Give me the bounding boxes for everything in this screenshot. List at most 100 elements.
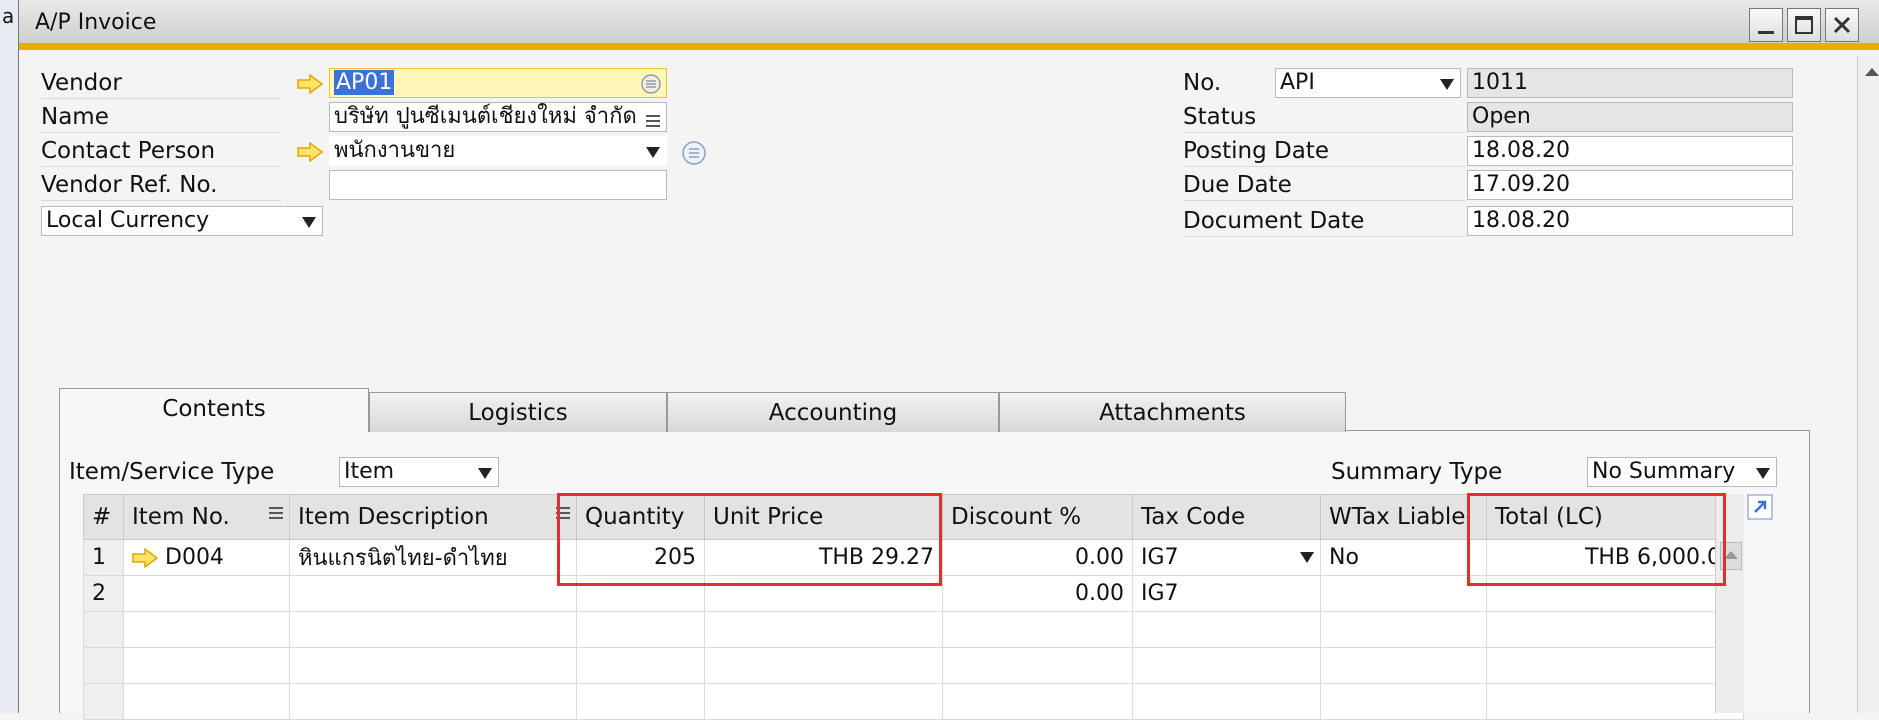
- tab-attachments[interactable]: Attachments: [999, 392, 1346, 432]
- list-icon[interactable]: [646, 115, 660, 127]
- quantity-cell[interactable]: [576, 611, 705, 648]
- discount-cell[interactable]: 0.00: [942, 539, 1133, 576]
- background-window-edge: a: [0, 0, 19, 713]
- summary-type-value: No Summary: [1592, 459, 1736, 484]
- item-no-cell[interactable]: [123, 683, 290, 720]
- maximize-icon: [1795, 16, 1813, 34]
- ap-invoice-window: A/P Invoice Vendor AP01 Name บริษัท ปูนซ…: [18, 0, 1879, 720]
- row-number: 2: [83, 575, 124, 612]
- tax-code-cell[interactable]: [1132, 683, 1321, 720]
- unit-price-cell[interactable]: [704, 647, 943, 684]
- discount-cell[interactable]: [942, 683, 1133, 720]
- col-header-item-no[interactable]: Item No.: [123, 494, 290, 540]
- tab-logistics[interactable]: Logistics: [369, 392, 667, 432]
- item-no-cell[interactable]: [123, 575, 290, 612]
- doc-number-field[interactable]: 1011: [1467, 68, 1793, 98]
- discount-cell[interactable]: [942, 647, 1133, 684]
- chevron-down-icon: [1440, 79, 1454, 90]
- posting-date-field[interactable]: 18.08.20: [1467, 136, 1793, 166]
- document-date-field[interactable]: 18.08.20: [1467, 206, 1793, 236]
- contact-person-label: Contact Person: [41, 136, 281, 167]
- wtax-liable-cell[interactable]: No: [1320, 539, 1487, 576]
- expand-icon[interactable]: [1747, 494, 1773, 520]
- choose-from-list-icon[interactable]: [681, 140, 707, 166]
- series-select[interactable]: API: [1275, 68, 1461, 98]
- wtax-liable-cell[interactable]: [1320, 575, 1487, 612]
- vendor-ref-field[interactable]: [329, 170, 667, 200]
- col-header-item-description[interactable]: Item Description: [289, 494, 577, 540]
- item-description-cell[interactable]: หินแกรนิตไทย-ดำไทย: [289, 539, 577, 576]
- due-date-field[interactable]: 17.09.20: [1467, 170, 1793, 200]
- currency-select[interactable]: Local Currency: [41, 206, 323, 236]
- tax-code-cell[interactable]: IG7: [1132, 575, 1321, 612]
- table-row[interactable]: [83, 647, 1744, 684]
- row-number: [83, 611, 124, 648]
- table-row[interactable]: [83, 611, 1744, 648]
- currency-value: Local Currency: [46, 208, 210, 233]
- document-date-value: 18.08.20: [1472, 208, 1570, 233]
- name-field[interactable]: บริษัท ปูนซีเมนต์เชียงใหม่ จำกัด: [329, 102, 667, 132]
- col-header-discount[interactable]: Discount %: [942, 494, 1133, 540]
- tax-code-value: IG7: [1141, 545, 1179, 570]
- link-arrow-icon[interactable]: [297, 74, 323, 94]
- tax-code-cell[interactable]: [1132, 647, 1321, 684]
- minimize-button[interactable]: [1749, 8, 1783, 42]
- posting-date-label: Posting Date: [1183, 136, 1465, 167]
- due-date-label: Due Date: [1183, 170, 1465, 201]
- item-description-cell[interactable]: [289, 647, 577, 684]
- quantity-cell[interactable]: [576, 683, 705, 720]
- unit-price-cell[interactable]: [704, 683, 943, 720]
- summary-type-select[interactable]: No Summary: [1587, 457, 1777, 487]
- item-description-cell[interactable]: [289, 611, 577, 648]
- name-value: บริษัท ปูนซีเมนต์เชียงใหม่ จำกัด: [334, 104, 637, 129]
- close-button[interactable]: [1825, 8, 1859, 42]
- contact-person-select[interactable]: พนักงานขาย: [329, 136, 667, 166]
- table-row[interactable]: [83, 683, 1744, 720]
- status-value: Open: [1472, 104, 1531, 129]
- tax-code-cell[interactable]: [1132, 611, 1321, 648]
- chevron-up-icon[interactable]: [1865, 68, 1879, 76]
- wtax-liable-cell[interactable]: [1320, 611, 1487, 648]
- chevron-down-icon: [1756, 468, 1770, 479]
- link-arrow-icon[interactable]: [297, 142, 323, 162]
- vendor-label: Vendor: [41, 68, 281, 99]
- wtax-liable-cell[interactable]: [1320, 683, 1487, 720]
- discount-cell[interactable]: [942, 611, 1133, 648]
- minimize-icon: [1758, 31, 1774, 34]
- chevron-up-icon: [1724, 551, 1738, 559]
- document-date-label: Document Date: [1183, 206, 1465, 237]
- tab-accounting[interactable]: Accounting: [667, 392, 999, 432]
- item-description-cell[interactable]: [289, 683, 577, 720]
- title-bar[interactable]: A/P Invoice: [19, 0, 1879, 50]
- chevron-down-icon: [302, 217, 316, 228]
- wtax-liable-cell[interactable]: [1320, 647, 1487, 684]
- list-icon[interactable]: [269, 507, 283, 519]
- item-service-type-select[interactable]: Item: [339, 457, 499, 487]
- col-header-wtax-liable[interactable]: WTax Liable: [1320, 494, 1487, 540]
- col-header-tax-code[interactable]: Tax Code: [1132, 494, 1321, 540]
- total-lc-cell[interactable]: [1486, 611, 1744, 648]
- choose-from-list-icon[interactable]: [640, 73, 662, 95]
- tab-contents[interactable]: Contents: [59, 388, 369, 432]
- item-no-value: D004: [165, 545, 224, 570]
- item-no-cell[interactable]: [123, 611, 290, 648]
- maximize-button[interactable]: [1787, 8, 1821, 42]
- unit-price-cell[interactable]: [704, 611, 943, 648]
- tax-code-cell[interactable]: IG7: [1132, 539, 1321, 576]
- link-arrow-icon[interactable]: [132, 547, 159, 569]
- discount-cell[interactable]: 0.00: [942, 575, 1133, 612]
- item-description-cell[interactable]: [289, 575, 577, 612]
- status-field: Open: [1467, 102, 1793, 132]
- vendor-field[interactable]: AP01: [329, 68, 667, 98]
- window-scrollbar[interactable]: [1857, 56, 1879, 713]
- name-label: Name: [41, 102, 281, 133]
- col-header-label: Item No.: [132, 504, 230, 530]
- item-no-cell[interactable]: [123, 647, 290, 684]
- total-lc-cell[interactable]: [1486, 683, 1744, 720]
- col-header-rownum[interactable]: #: [83, 494, 124, 540]
- item-no-cell[interactable]: D004: [123, 539, 290, 576]
- highlight-box-total: [1467, 493, 1726, 586]
- quantity-cell[interactable]: [576, 647, 705, 684]
- total-lc-cell[interactable]: [1486, 647, 1744, 684]
- window-title: A/P Invoice: [35, 10, 157, 35]
